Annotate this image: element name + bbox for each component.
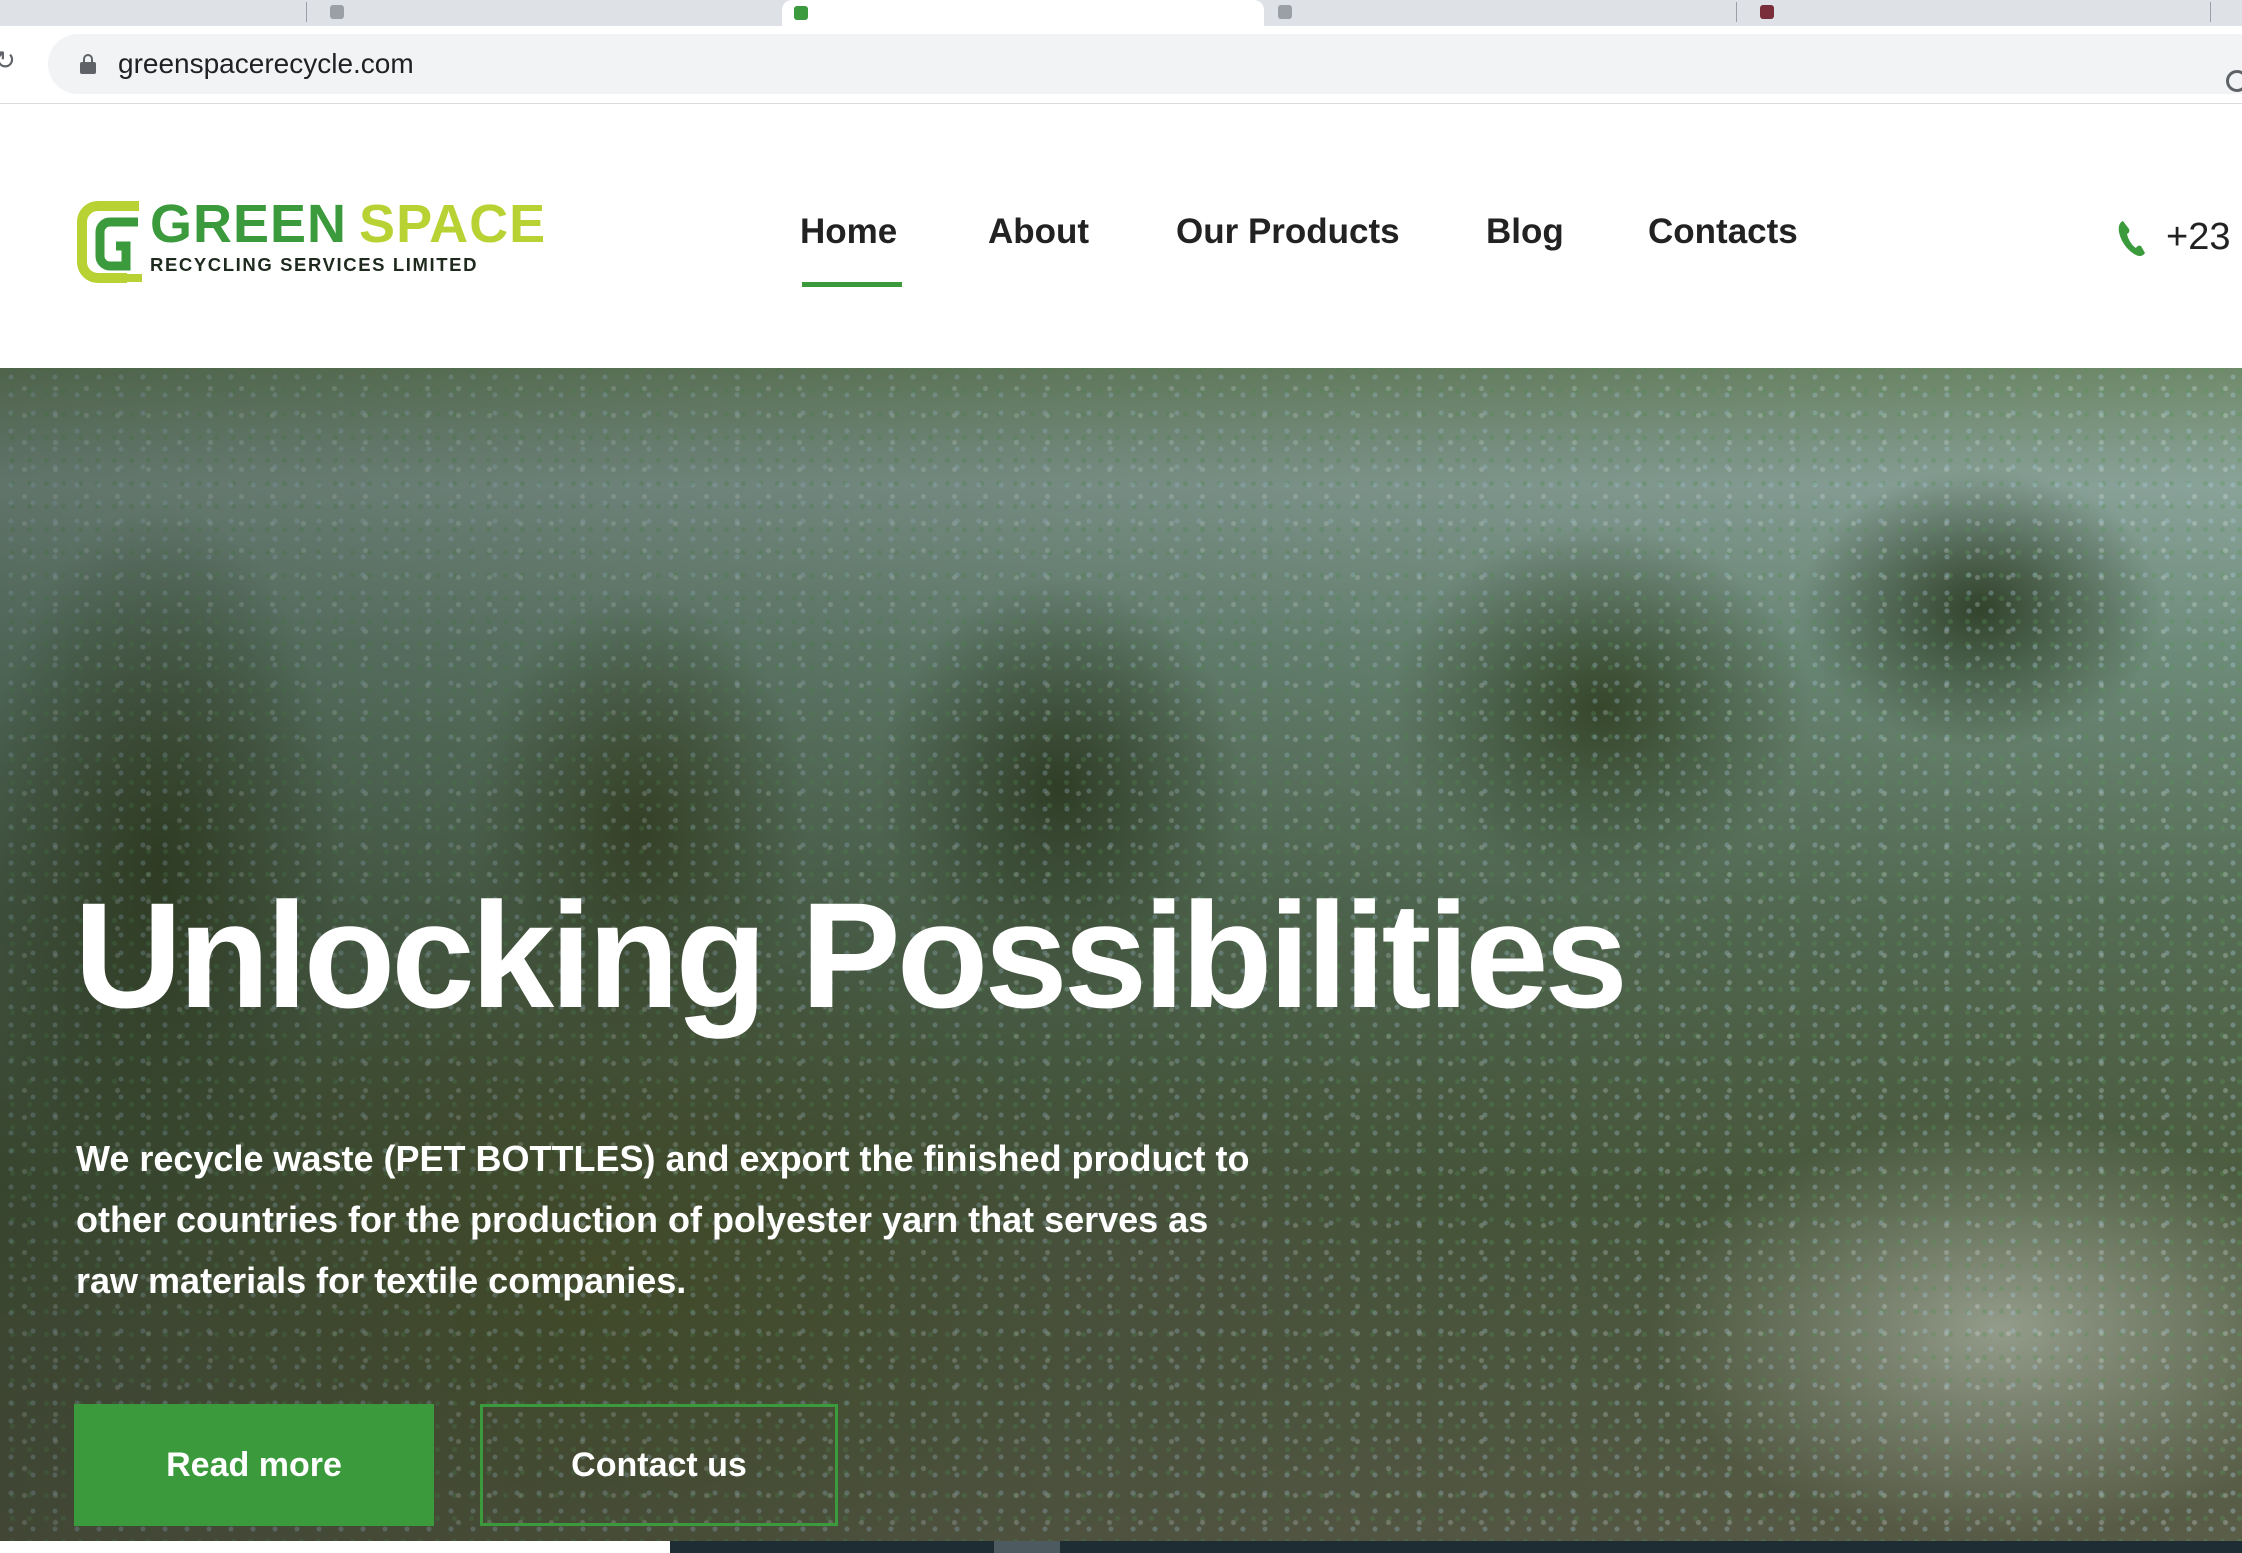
tab[interactable] — [1266, 0, 1726, 24]
nav-active-indicator — [802, 282, 902, 287]
tab-separator — [1736, 2, 1737, 22]
hero-banner: Unlocking Possibilities We recycle waste… — [0, 368, 2242, 1541]
phone-icon — [2118, 220, 2145, 256]
tab-separator — [306, 2, 307, 22]
nav-blog[interactable]: Blog — [1486, 212, 1564, 252]
bottom-bar — [670, 1541, 2242, 1553]
tab-separator — [2210, 2, 2211, 22]
contact-us-button[interactable]: Contact us — [480, 1404, 838, 1526]
phone-number[interactable]: +23 — [2166, 216, 2230, 259]
browser-toolbar: ↻ greenspacerecycle.com — [0, 26, 2242, 104]
tab-active[interactable] — [782, 0, 1264, 26]
nav-contacts[interactable]: Contacts — [1648, 212, 1798, 252]
hero-title: Unlocking Possibilities — [74, 871, 1628, 1039]
tab-favicon-icon — [794, 6, 808, 20]
header-phone[interactable]: +23 — [2116, 216, 2230, 259]
logo-mark-icon — [77, 201, 142, 283]
logo-name-space: SPACE — [359, 194, 547, 254]
tab-favicon-icon — [1278, 5, 1292, 19]
url-text[interactable]: greenspacerecycle.com — [118, 48, 414, 80]
read-more-button[interactable]: Read more — [74, 1404, 434, 1526]
hero-description: We recycle waste (PET BOTTLES) and expor… — [76, 1138, 1250, 1301]
extension-icon[interactable] — [2226, 70, 2242, 92]
site-header: GREEN SPACE RECYCLING SERVICES LIMITED Ho… — [0, 104, 2242, 368]
nav-about[interactable]: About — [988, 212, 1089, 252]
nav-our-products[interactable]: Our Products — [1176, 212, 1400, 252]
tab[interactable] — [318, 0, 778, 24]
browser-window: ↻ greenspacerecycle.com GREEN SPACE RECYC… — [0, 0, 2242, 1553]
nav-home[interactable]: Home — [800, 212, 897, 252]
address-bar[interactable]: greenspacerecycle.com — [48, 34, 2242, 94]
bottom-bar-segment — [994, 1541, 1060, 1553]
site-logo[interactable]: GREEN SPACE RECYCLING SERVICES LIMITED — [76, 192, 545, 290]
tab-strip — [0, 0, 2242, 26]
reload-icon[interactable]: ↻ — [0, 48, 20, 74]
tab-favicon-icon — [330, 5, 344, 19]
bottom-strip — [0, 1541, 2242, 1553]
tab[interactable] — [0, 0, 300, 24]
lock-icon[interactable] — [80, 54, 96, 74]
logo-name-green: GREEN — [150, 194, 348, 254]
logo-subtitle: RECYCLING SERVICES LIMITED — [150, 254, 479, 275]
logo-name: GREEN SPACE — [150, 194, 546, 254]
tab-favicon-icon — [1760, 5, 1774, 19]
tab[interactable] — [1748, 0, 2208, 24]
